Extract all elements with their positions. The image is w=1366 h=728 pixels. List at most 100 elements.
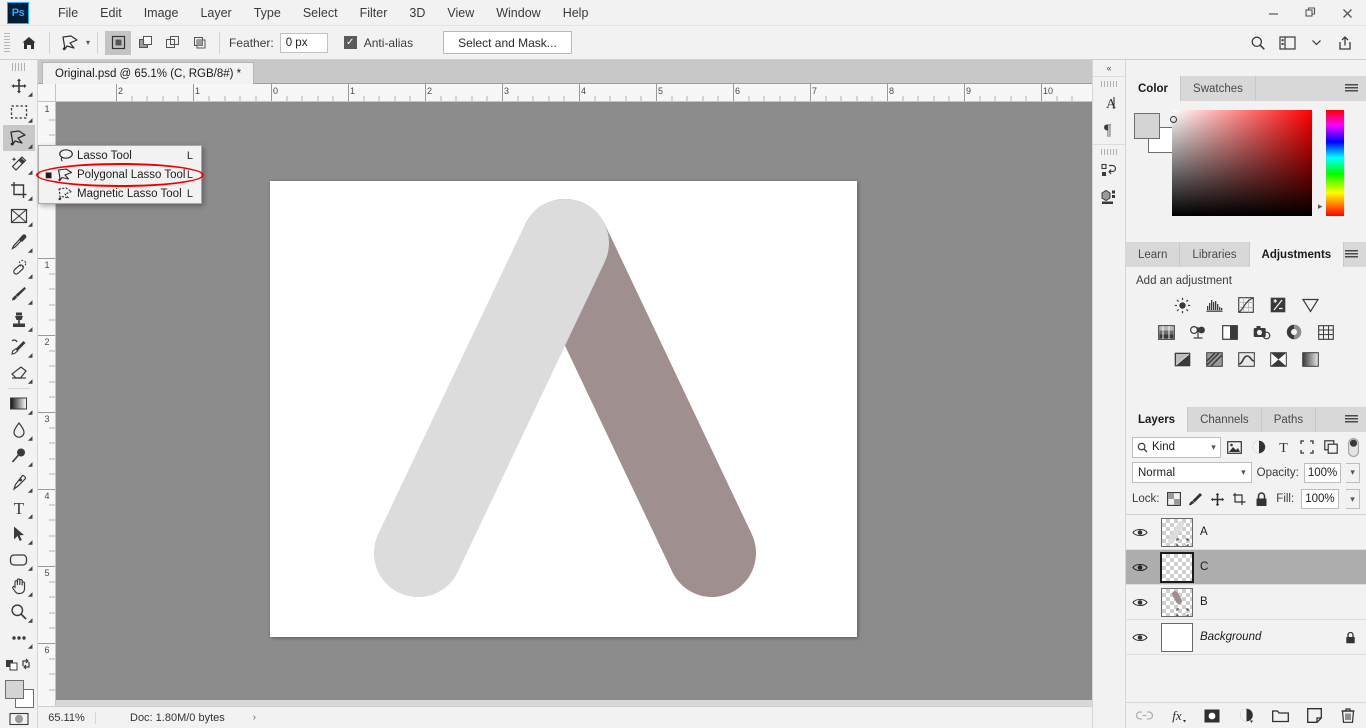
new-selection-button[interactable] bbox=[105, 30, 132, 55]
layer-name[interactable]: Background bbox=[1200, 631, 1261, 643]
tab-swatches[interactable]: Swatches bbox=[1181, 76, 1256, 101]
layer-thumbnail-cell[interactable] bbox=[1154, 551, 1200, 583]
filter-toggle-switch[interactable] bbox=[1348, 437, 1360, 458]
menu-edit[interactable]: Edit bbox=[89, 2, 133, 24]
new-layer-icon[interactable] bbox=[1305, 707, 1323, 725]
new-group-icon[interactable] bbox=[1271, 707, 1289, 725]
home-icon[interactable] bbox=[16, 30, 42, 56]
crop-tool[interactable]: ◢ bbox=[3, 177, 35, 203]
default-colors-swap-icon[interactable] bbox=[3, 651, 35, 677]
threshold-icon[interactable] bbox=[1235, 349, 1257, 369]
type-filter-icon[interactable]: T bbox=[1273, 437, 1293, 458]
vibrance-icon[interactable] bbox=[1299, 295, 1321, 315]
minimize-button[interactable] bbox=[1255, 0, 1292, 26]
layer-name[interactable]: C bbox=[1200, 561, 1208, 573]
table-row[interactable]: B bbox=[1126, 585, 1366, 620]
tab-learn[interactable]: Learn bbox=[1126, 242, 1181, 267]
eyedropper-tool[interactable]: ◢ bbox=[3, 229, 35, 255]
gradient-tool[interactable]: ◢ bbox=[3, 391, 35, 417]
antialias-checkbox[interactable]: ✓ bbox=[343, 36, 357, 49]
select-and-mask-button[interactable]: Select and Mask... bbox=[443, 31, 572, 54]
color-panel-menu-icon[interactable] bbox=[1342, 76, 1360, 101]
feather-input[interactable]: 0 px bbox=[279, 32, 328, 53]
channel-mixer-icon[interactable] bbox=[1283, 322, 1305, 342]
type-tool[interactable]: T ◢ bbox=[3, 495, 35, 521]
tool-preset-chevron-icon[interactable]: ▾ bbox=[86, 38, 90, 47]
layer-visibility-toggle[interactable] bbox=[1126, 562, 1154, 573]
shape-filter-icon[interactable] bbox=[1297, 437, 1317, 458]
toolbar-grip[interactable] bbox=[11, 63, 26, 71]
rectangular-marquee-tool[interactable]: ◢ bbox=[3, 99, 35, 125]
tab-color[interactable]: Color bbox=[1126, 76, 1182, 101]
exposure-icon[interactable] bbox=[1267, 295, 1289, 315]
selective-color-icon[interactable] bbox=[1299, 349, 1321, 369]
menu-file[interactable]: File bbox=[47, 2, 89, 24]
horizontal-ruler[interactable]: 2 1 0 1 2 3 4 5 6 7 8 9 10 bbox=[56, 84, 1092, 102]
menu-image[interactable]: Image bbox=[133, 2, 190, 24]
lasso-tool[interactable]: ◢ bbox=[2, 124, 35, 151]
tab-paths[interactable]: Paths bbox=[1261, 407, 1317, 432]
options-bar-grip[interactable] bbox=[4, 32, 10, 53]
blur-tool[interactable]: ◢ bbox=[3, 417, 35, 443]
levels-icon[interactable] bbox=[1203, 295, 1225, 315]
workspace-icon[interactable] bbox=[1274, 30, 1300, 56]
delete-layer-icon[interactable] bbox=[1339, 707, 1357, 725]
eraser-tool[interactable]: ◢ bbox=[3, 360, 35, 386]
hue-slider[interactable] bbox=[1326, 110, 1344, 216]
menu-filter[interactable]: Filter bbox=[349, 2, 399, 24]
foreground-background-color[interactable] bbox=[4, 679, 34, 708]
menu-3d[interactable]: 3D bbox=[398, 2, 436, 24]
path-selection-tool[interactable]: ◢ bbox=[3, 521, 35, 547]
brush-tool[interactable]: ◢ bbox=[3, 281, 35, 307]
lock-transparency-icon[interactable] bbox=[1166, 491, 1182, 507]
pixel-filter-icon[interactable] bbox=[1225, 437, 1245, 458]
frame-tool[interactable]: ◢ bbox=[3, 203, 35, 229]
tab-channels[interactable]: Channels bbox=[1188, 407, 1262, 432]
table-row[interactable]: Background bbox=[1126, 620, 1366, 655]
history-brush-tool[interactable]: ◢ bbox=[3, 334, 35, 360]
filter-kind-dropdown[interactable]: Kind ▾ bbox=[1132, 436, 1221, 458]
close-button[interactable] bbox=[1329, 0, 1366, 26]
foreground-color-swatch[interactable] bbox=[4, 679, 24, 699]
menu-window[interactable]: Window bbox=[485, 2, 551, 24]
status-expand-arrow-icon[interactable]: › bbox=[253, 712, 256, 723]
hue-saturation-icon[interactable] bbox=[1155, 322, 1177, 342]
document-tab[interactable]: Original.psd @ 65.1% (C, RGB/8#) * bbox=[42, 62, 255, 84]
opacity-value[interactable]: 100% bbox=[1303, 462, 1342, 483]
layer-visibility-toggle[interactable] bbox=[1126, 597, 1154, 608]
layer-name[interactable]: A bbox=[1200, 526, 1208, 538]
menu-help[interactable]: Help bbox=[552, 2, 600, 24]
active-tool-icon[interactable] bbox=[57, 30, 85, 56]
quick-mask-icon[interactable] bbox=[8, 711, 30, 728]
clone-stamp-tool[interactable]: ◢ bbox=[3, 307, 35, 333]
restore-button[interactable] bbox=[1292, 0, 1329, 26]
lasso-tool-flyout-menu[interactable]: Lasso Tool L ■ Polygonal Lasso Tool L Ma… bbox=[38, 145, 202, 204]
blend-mode-dropdown[interactable]: Normal ▾ bbox=[1132, 462, 1252, 483]
curves-icon[interactable] bbox=[1235, 295, 1257, 315]
flyout-item-lasso-tool[interactable]: Lasso Tool L bbox=[39, 146, 201, 165]
tab-libraries[interactable]: Libraries bbox=[1180, 242, 1250, 267]
layer-name[interactable]: B bbox=[1200, 596, 1208, 608]
canvas-work-area[interactable] bbox=[56, 102, 1092, 706]
opacity-chevron-icon[interactable]: ▾ bbox=[1346, 462, 1360, 483]
gradient-map-icon[interactable] bbox=[1267, 349, 1289, 369]
menu-view[interactable]: View bbox=[436, 2, 485, 24]
share-icon[interactable] bbox=[1332, 30, 1358, 56]
photo-filter-icon[interactable] bbox=[1251, 322, 1273, 342]
chevron-down-icon[interactable] bbox=[1303, 30, 1329, 56]
flyout-item-polygonal-lasso-tool[interactable]: ■ Polygonal Lasso Tool L bbox=[39, 165, 201, 184]
menu-select[interactable]: Select bbox=[292, 2, 349, 24]
add-layer-style-icon[interactable]: fx bbox=[1169, 707, 1187, 725]
character-panel-icon[interactable]: A bbox=[1094, 90, 1124, 116]
3d-panel-icon[interactable] bbox=[1094, 184, 1124, 210]
layer-thumbnail-cell[interactable] bbox=[1154, 622, 1200, 652]
color-balance-icon[interactable] bbox=[1187, 322, 1209, 342]
add-to-selection-button[interactable] bbox=[132, 31, 158, 55]
search-icon[interactable] bbox=[1245, 30, 1271, 56]
rectangle-tool[interactable]: ◢ bbox=[3, 547, 35, 573]
menu-layer[interactable]: Layer bbox=[189, 2, 242, 24]
menu-type[interactable]: Type bbox=[243, 2, 292, 24]
add-layer-mask-icon[interactable] bbox=[1203, 707, 1221, 725]
flyout-item-magnetic-lasso-tool[interactable]: Magnetic Lasso Tool L bbox=[39, 184, 201, 203]
posterize-icon[interactable] bbox=[1203, 349, 1225, 369]
